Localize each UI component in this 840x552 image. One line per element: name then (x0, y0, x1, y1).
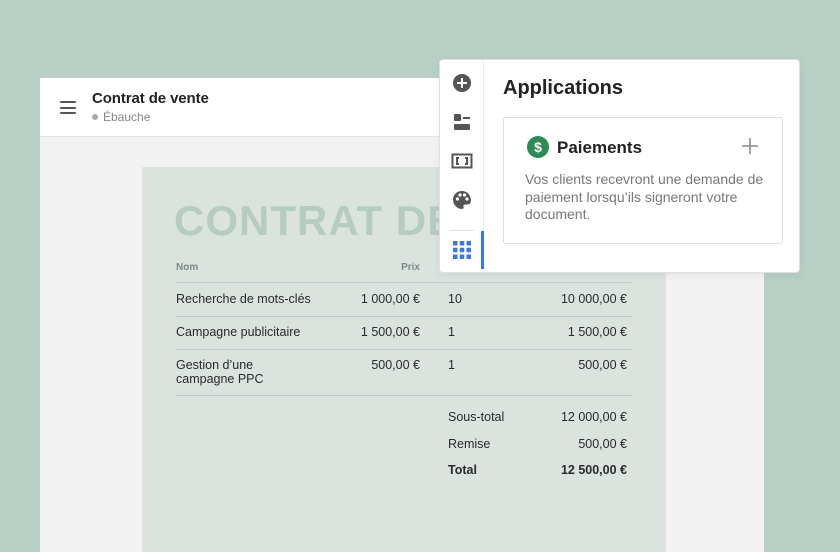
column-header-name: Nom (176, 262, 199, 273)
document-title[interactable]: Contrat de vente (92, 90, 209, 107)
table-cell-price[interactable]: 500,00 € (320, 358, 420, 372)
subtotal-label: Sous-total (448, 410, 505, 424)
fields-icon[interactable] (450, 149, 474, 173)
contract-heading[interactable]: CONTRAT DE (174, 197, 456, 245)
table-divider (176, 395, 632, 396)
status-label: Ébauche (103, 110, 151, 124)
document-status: Ébauche (92, 110, 150, 124)
table-cell-total[interactable]: 1 500,00 € (512, 325, 627, 339)
side-toolbar (440, 60, 484, 272)
payments-app-card[interactable]: $ Paiements Vos clients recevront une de… (503, 117, 783, 244)
status-dot-icon (92, 114, 98, 120)
table-cell-qty[interactable]: 1 (448, 358, 455, 372)
total-label: Total (448, 463, 477, 477)
subtotal-value: 12 000,00 € (560, 410, 627, 424)
total-value: 12 500,00 € (560, 463, 627, 477)
add-circle-icon[interactable] (450, 71, 474, 95)
table-cell-qty[interactable]: 1 (448, 325, 455, 339)
table-cell-qty[interactable]: 10 (448, 292, 462, 306)
panel-title: Applications (503, 77, 624, 99)
table-cell-price[interactable]: 1 000,00 € (320, 292, 420, 306)
table-cell-total[interactable]: 10 000,00 € (512, 292, 627, 306)
add-app-button[interactable] (738, 134, 762, 158)
table-cell-total[interactable]: 500,00 € (512, 358, 627, 372)
discount-label: Remise (448, 437, 491, 451)
table-cell-name-line: campagne PPC (176, 372, 264, 386)
apps-grid-icon[interactable] (450, 238, 474, 262)
active-tab-indicator (481, 231, 484, 269)
table-cell-price[interactable]: 1 500,00 € (320, 325, 420, 339)
discount-value[interactable]: 500,00 € (512, 437, 627, 451)
toolbar-divider (450, 230, 474, 231)
app-name: Paiements (557, 138, 643, 157)
table-cell-name[interactable]: Gestion d’une campagne PPC (176, 358, 264, 386)
column-header-price: Prix (401, 262, 420, 273)
app-description: Vos clients recevront une demande de pai… (525, 171, 764, 222)
palette-icon[interactable] (450, 188, 474, 212)
dollar-icon: $ (527, 136, 549, 158)
table-cell-name[interactable]: Recherche de mots-clés (176, 292, 311, 306)
applications-panel: Applications $ Paiements Vos clients rec… (439, 59, 800, 273)
table-cell-name-line: Gestion d’une (176, 358, 254, 372)
table-cell-name[interactable]: Campagne publicitaire (176, 325, 300, 339)
table-divider (176, 316, 632, 317)
table-divider (176, 282, 632, 283)
menu-icon[interactable] (60, 101, 76, 114)
table-divider (176, 349, 632, 350)
plus-icon (742, 138, 758, 154)
blocks-icon[interactable] (450, 110, 474, 134)
